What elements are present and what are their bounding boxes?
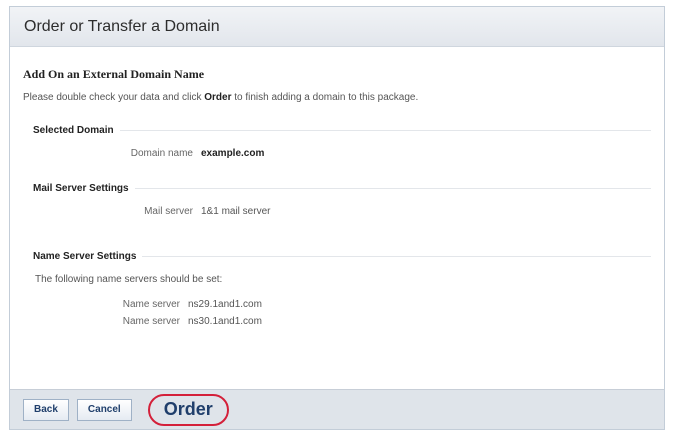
- mail-server-section: Mail Server Settings Mail server 1&1 mai…: [23, 183, 651, 217]
- name-server-row: Name server ns29.1and1.com: [23, 299, 651, 310]
- name-server-label: Name server: [122, 299, 180, 310]
- name-server-value: ns29.1and1.com: [188, 299, 262, 310]
- selected-domain-section: Selected Domain Domain name example.com: [23, 125, 651, 159]
- name-server-value: ns30.1and1.com: [188, 316, 262, 327]
- section-heading: Mail Server Settings: [33, 183, 651, 194]
- name-server-row: Name server ns30.1and1.com: [23, 316, 651, 327]
- order-highlight-circle: Order: [147, 393, 229, 426]
- divider: [134, 188, 651, 189]
- domain-name-label: Domain name: [130, 148, 193, 159]
- section-subtitle: Add On an External Domain Name: [23, 67, 205, 81]
- panel-content: Add On an External Domain Name Please do…: [10, 47, 664, 327]
- selected-domain-heading: Selected Domain: [33, 125, 114, 136]
- action-bar: Back Cancel Order: [10, 389, 664, 429]
- mail-server-heading: Mail Server Settings: [33, 183, 129, 194]
- divider: [119, 130, 651, 131]
- order-panel: Order or Transfer a Domain Add On an Ext…: [9, 6, 665, 430]
- name-server-heading: Name Server Settings: [33, 251, 137, 262]
- name-server-section: Name Server Settings The following name …: [23, 251, 651, 327]
- back-button[interactable]: Back: [23, 398, 69, 421]
- intro-before: Please double check your data and click: [23, 92, 205, 103]
- page-title: Order or Transfer a Domain: [24, 17, 220, 35]
- name-server-label: Name server: [122, 316, 180, 327]
- mail-server-row: Mail server 1&1 mail server: [23, 206, 651, 217]
- section-heading: Name Server Settings: [33, 251, 651, 262]
- mail-server-label: Mail server: [144, 206, 193, 217]
- cancel-button[interactable]: Cancel: [76, 398, 132, 421]
- order-button[interactable]: Order: [164, 399, 213, 420]
- section-heading: Selected Domain: [33, 125, 651, 136]
- domain-name-value: example.com: [201, 148, 265, 159]
- intro-after: to finish adding a domain to this packag…: [231, 92, 419, 103]
- intro-text: Please double check your data and click …: [23, 92, 651, 103]
- intro-order-word: Order: [204, 92, 232, 103]
- domain-name-row: Domain name example.com: [23, 148, 651, 159]
- divider: [142, 256, 651, 257]
- mail-server-value: 1&1 mail server: [201, 206, 271, 217]
- name-server-note: The following name servers should be set…: [35, 274, 223, 285]
- panel-header: Order or Transfer a Domain: [10, 7, 664, 47]
